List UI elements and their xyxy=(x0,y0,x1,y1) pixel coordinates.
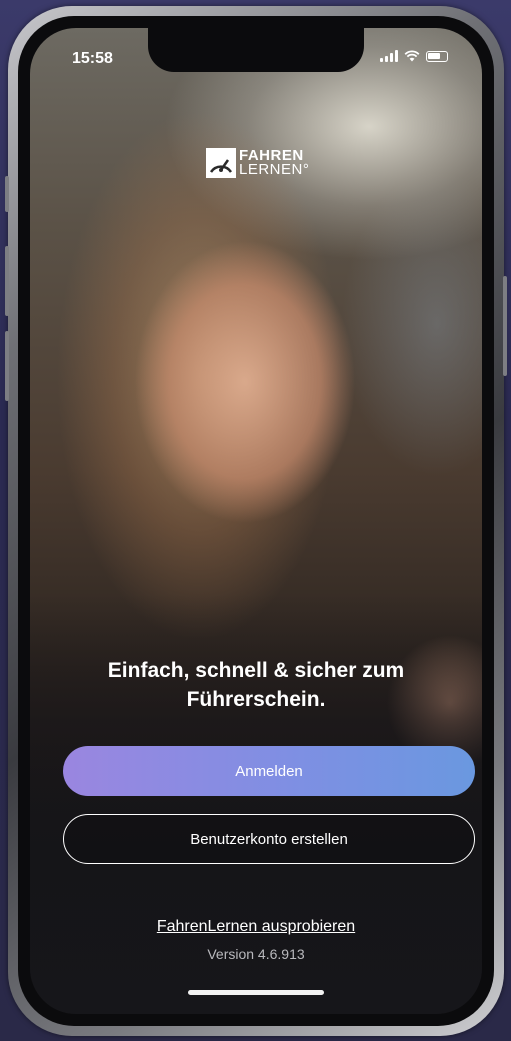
hero-photo-face xyxy=(120,238,370,558)
app-logo: FAHREN LERNEN° xyxy=(206,148,309,178)
login-button[interactable]: Anmelden xyxy=(63,746,475,796)
power-button xyxy=(503,276,507,376)
create-account-button[interactable]: Benutzerkonto erstellen xyxy=(63,814,475,864)
status-icons xyxy=(380,50,448,62)
notch xyxy=(148,28,364,72)
phone-frame: 15:58 FAHREN LERNEN° Einfach, schnell & … xyxy=(5,6,507,1036)
headline: Einfach, schnell & sicher zum Führersche… xyxy=(107,659,405,711)
logo-text-line2: LERNEN° xyxy=(239,161,310,178)
try-app-link[interactable]: FahrenLernen ausprobieren xyxy=(30,918,482,936)
app-screen: 15:58 FAHREN LERNEN° Einfach, schnell & … xyxy=(30,28,482,1014)
speedometer-logo-icon xyxy=(206,148,236,178)
volume-down-button xyxy=(5,331,9,401)
battery-icon xyxy=(426,50,448,62)
home-indicator[interactable] xyxy=(188,990,324,995)
status-time: 15:58 xyxy=(72,50,113,67)
cellular-signal-icon xyxy=(380,50,398,62)
version-label: Version 4.6.913 xyxy=(207,946,305,962)
wifi-icon xyxy=(404,50,420,62)
volume-up-button xyxy=(5,246,9,316)
silent-switch xyxy=(5,176,9,212)
